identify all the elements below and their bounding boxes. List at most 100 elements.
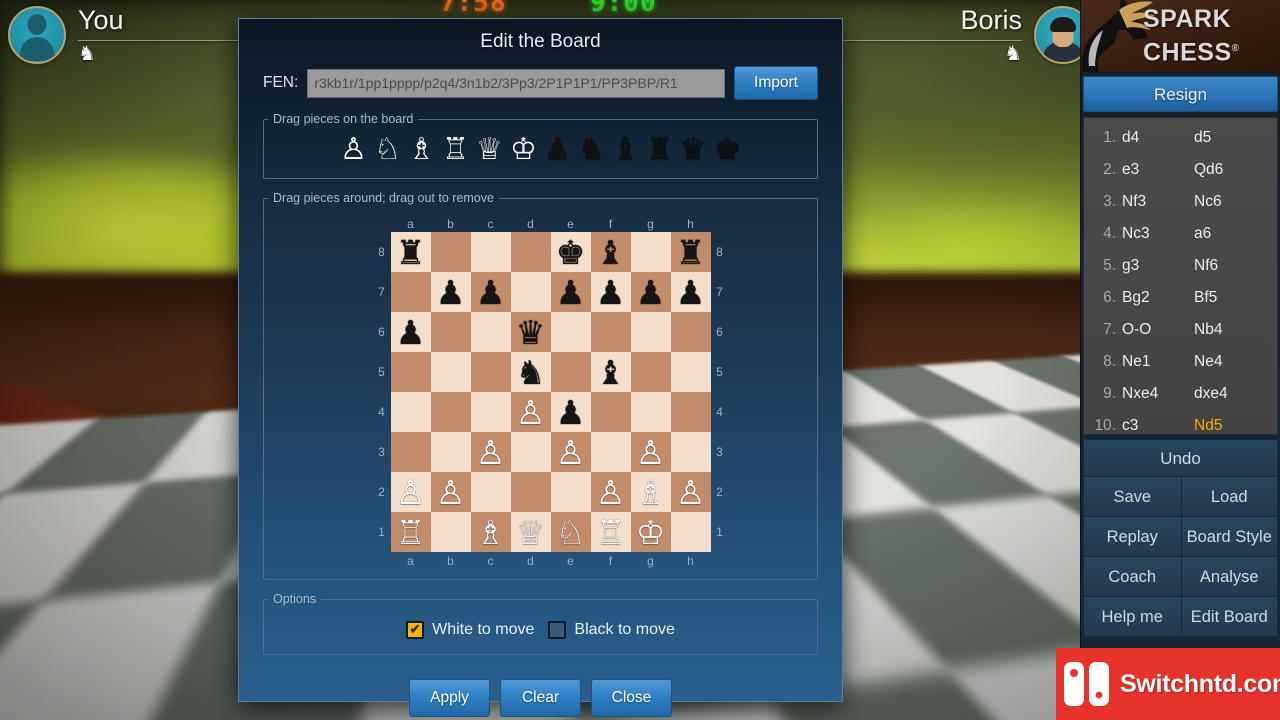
move-white[interactable]: Nc3 (1122, 225, 1194, 243)
square-h6[interactable] (670, 312, 711, 352)
piece-wr[interactable]: ♖ (396, 516, 426, 549)
square-e3[interactable]: ♙ (550, 432, 591, 472)
square-e5[interactable] (550, 352, 591, 392)
square-f7[interactable]: ♟ (590, 272, 631, 312)
piece-wp[interactable]: ♙ (516, 396, 546, 429)
palette-black-king[interactable]: ♚ (712, 134, 744, 166)
square-d4[interactable]: ♙ (510, 392, 551, 432)
resign-button[interactable]: Resign (1083, 76, 1278, 112)
fen-input[interactable] (307, 68, 725, 98)
piece-wp[interactable]: ♙ (596, 476, 626, 509)
square-h3[interactable] (670, 432, 711, 472)
piece-bp[interactable]: ♟ (436, 276, 466, 309)
move-white[interactable]: e3 (1122, 161, 1194, 179)
move-row[interactable]: 5. g3 Nf6 (1084, 250, 1277, 282)
sidebar-button-replay[interactable]: Replay (1083, 517, 1181, 557)
square-c3[interactable]: ♙ (470, 432, 511, 472)
clear-button[interactable]: Clear (500, 679, 581, 717)
square-h7[interactable]: ♟ (670, 272, 711, 312)
move-white[interactable]: d4 (1122, 129, 1194, 147)
square-e7[interactable]: ♟ (550, 272, 591, 312)
square-a1[interactable]: ♖ (390, 512, 431, 552)
square-c6[interactable] (470, 312, 511, 352)
square-h2[interactable]: ♙ (670, 472, 711, 512)
piece-bp[interactable]: ♟ (476, 276, 506, 309)
piece-wp[interactable]: ♙ (556, 436, 586, 469)
square-g5[interactable] (630, 352, 671, 392)
square-d1[interactable]: ♕ (510, 512, 551, 552)
sidebar-button-board-style[interactable]: Board Style (1180, 517, 1278, 557)
square-a7[interactable] (390, 272, 431, 312)
square-d7[interactable] (510, 272, 551, 312)
square-e6[interactable] (550, 312, 591, 352)
move-row[interactable]: 7. O-O Nb4 (1084, 314, 1277, 346)
palette-white-bishop[interactable]: ♗ (406, 134, 438, 166)
move-row[interactable]: 9. Nxe4 dxe4 (1084, 378, 1277, 410)
sidebar-button-edit-board[interactable]: Edit Board (1180, 597, 1278, 637)
square-b1[interactable] (430, 512, 471, 552)
chess-board[interactable]: a b c d e f g h 8 ♜ ♚ ♝ ♜ 8 7 ♟ ♟ ♟ ♟ ♟ ♟ 7 6 ♟ ♛ 6 5 ♞ ♝ 5 4 ♙ ♟ 4 3 ♙ ♙ ♙ 3 2… (373, 215, 723, 569)
square-b4[interactable] (430, 392, 471, 432)
apply-button[interactable]: Apply (409, 679, 490, 717)
square-g3[interactable]: ♙ (630, 432, 671, 472)
move-row[interactable]: 4. Nc3 a6 (1084, 218, 1277, 250)
palette-black-knight[interactable]: ♞ (576, 134, 608, 166)
palette-black-rook[interactable]: ♜ (644, 134, 676, 166)
piece-wb[interactable]: ♗ (636, 476, 666, 509)
palette-black-pawn[interactable]: ♟ (542, 134, 574, 166)
square-f3[interactable] (590, 432, 631, 472)
square-g6[interactable] (630, 312, 671, 352)
checkbox-icon[interactable] (548, 621, 567, 639)
move-row[interactable]: 2. e3 Qd6 (1084, 154, 1277, 186)
square-c4[interactable] (470, 392, 511, 432)
square-c1[interactable]: ♗ (470, 512, 511, 552)
square-g2[interactable]: ♗ (630, 472, 671, 512)
palette-black-bishop[interactable]: ♝ (610, 134, 642, 166)
square-f1[interactable]: ♖ (590, 512, 631, 552)
piece-wp[interactable]: ♙ (636, 436, 666, 469)
square-b8[interactable] (430, 232, 471, 272)
square-f5[interactable]: ♝ (590, 352, 631, 392)
palette-white-knight[interactable]: ♘ (372, 134, 404, 166)
piece-wb[interactable]: ♗ (476, 516, 506, 549)
move-row[interactable]: 10. c3 Nd5 (1084, 410, 1277, 434)
piece-wp[interactable]: ♙ (436, 476, 466, 509)
move-white[interactable]: Ne1 (1122, 353, 1194, 371)
palette-white-rook[interactable]: ♖ (440, 134, 472, 166)
square-g4[interactable] (630, 392, 671, 432)
square-g7[interactable]: ♟ (630, 272, 671, 312)
square-f6[interactable] (590, 312, 631, 352)
move-black[interactable]: Nc6 (1194, 193, 1222, 211)
move-white[interactable]: Nxe4 (1122, 385, 1194, 403)
sidebar-button-save[interactable]: Save (1083, 477, 1181, 517)
piece-bn[interactable]: ♞ (516, 356, 546, 389)
square-b7[interactable]: ♟ (430, 272, 471, 312)
move-black[interactable]: dxe4 (1194, 385, 1228, 403)
piece-bp[interactable]: ♟ (636, 276, 666, 309)
checkbox-icon[interactable] (406, 621, 425, 639)
move-list[interactable]: 1. d4 d5 2. e3 Qd6 3. Nf3 Nc6 4. Nc3 a6 5. g3 Nf6 6. Bg2… (1083, 117, 1278, 435)
move-white[interactable]: Bg2 (1122, 289, 1194, 307)
piece-wp[interactable]: ♙ (476, 436, 506, 469)
square-a3[interactable] (390, 432, 431, 472)
square-a8[interactable]: ♜ (390, 232, 431, 272)
square-b6[interactable] (430, 312, 471, 352)
piece-bp[interactable]: ♟ (556, 276, 586, 309)
square-g1[interactable]: ♔ (630, 512, 671, 552)
piece-br[interactable]: ♜ (676, 236, 706, 269)
piece-bp[interactable]: ♟ (676, 276, 706, 309)
sidebar-button-help-me[interactable]: Help me (1083, 597, 1181, 637)
move-black[interactable]: Nb4 (1194, 321, 1222, 339)
square-d6[interactable]: ♛ (510, 312, 551, 352)
move-row[interactable]: 8. Ne1 Ne4 (1084, 346, 1277, 378)
move-black[interactable]: Qd6 (1194, 161, 1223, 179)
move-white[interactable]: Nf3 (1122, 193, 1194, 211)
move-row[interactable]: 1. d4 d5 (1084, 122, 1277, 154)
piece-bb[interactable]: ♝ (596, 236, 626, 269)
piece-wp[interactable]: ♙ (676, 476, 706, 509)
square-f2[interactable]: ♙ (590, 472, 631, 512)
square-h1[interactable] (670, 512, 711, 552)
option-black-to-move[interactable]: Black to move (548, 621, 675, 639)
square-e2[interactable] (550, 472, 591, 512)
square-d8[interactable] (510, 232, 551, 272)
